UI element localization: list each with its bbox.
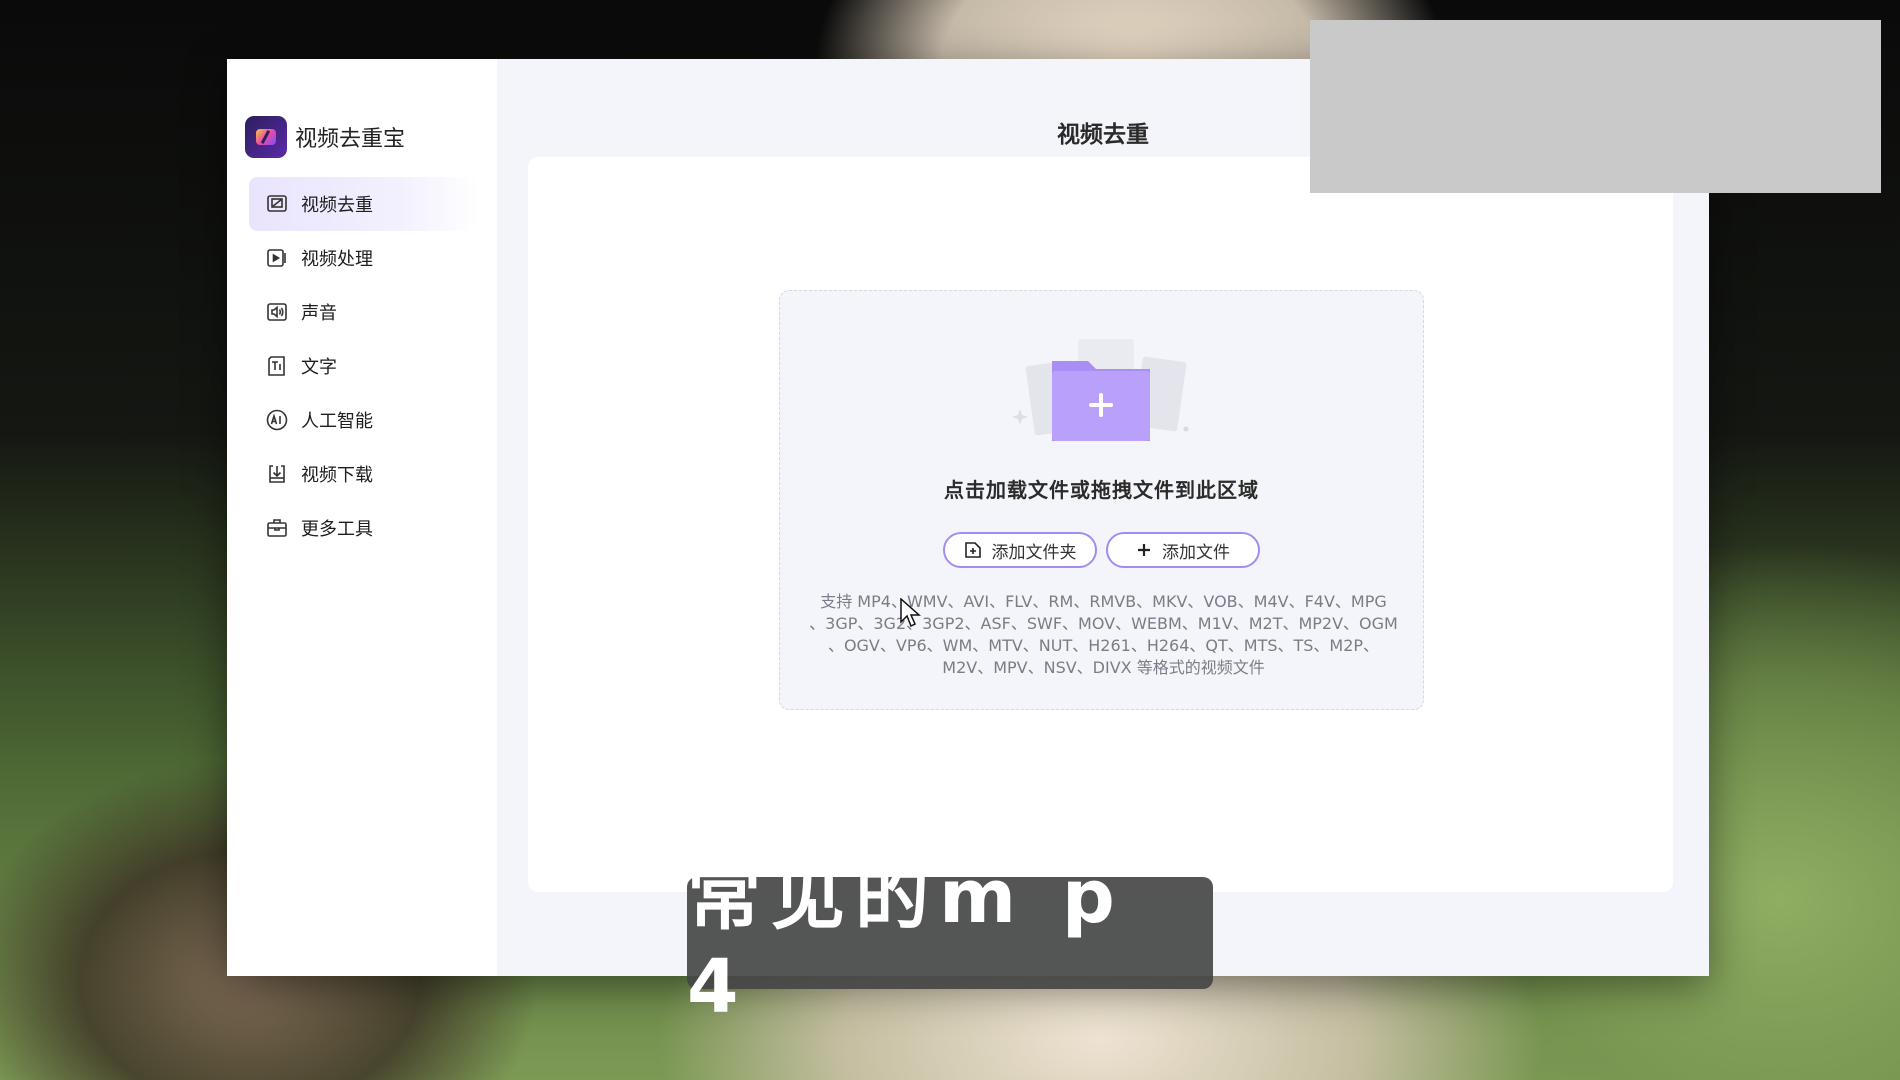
formats-line: 、OGV、VP6、WM、MTV、NUT、H261、H264、QT、MTS、TS、… bbox=[827, 636, 1380, 655]
mouse-cursor-icon bbox=[900, 598, 921, 628]
sidebar-item-label: 视频处理 bbox=[301, 249, 373, 270]
sidebar-item-label: 文字 bbox=[301, 357, 337, 378]
sidebar-item-video-process[interactable]: 视频处理 bbox=[249, 231, 479, 285]
plus-icon bbox=[1136, 542, 1152, 558]
download-icon bbox=[265, 462, 289, 486]
folder-add-icon bbox=[1012, 339, 1189, 441]
sidebar-item-text[interactable]: 文字 bbox=[249, 339, 479, 393]
sidebar-item-more-tools[interactable]: 更多工具 bbox=[249, 501, 479, 555]
content-card: 点击加载文件或拖拽文件到此区域 添加文件夹 添加文件 支持 MP4、WMV、AV… bbox=[528, 157, 1673, 892]
app-logo-icon bbox=[245, 116, 287, 158]
app-name: 视频去重宝 bbox=[295, 127, 406, 152]
sidebar: 视频去重宝 视频去重 视频处理 声音 文字 人工智能 视频下载 更多工具 bbox=[227, 59, 497, 976]
dedupe-icon bbox=[265, 192, 289, 216]
brand: 视频去重宝 bbox=[227, 115, 497, 159]
formats-line: 、3GP、3G2、3GP2、ASF、SWF、MOV、WEBM、M1V、M2T、M… bbox=[809, 614, 1398, 633]
button-row: 添加文件夹 添加文件 bbox=[780, 532, 1423, 568]
formats-line: 支持 MP4、WMV、AVI、FLV、RM、RMVB、MKV、VOB、M4V、F… bbox=[820, 592, 1387, 611]
drop-prompt: 点击加载文件或拖拽文件到此区域 bbox=[944, 478, 1259, 502]
add-folder-button[interactable]: 添加文件夹 bbox=[943, 532, 1097, 568]
ai-icon bbox=[265, 408, 289, 432]
sidebar-item-download[interactable]: 视频下载 bbox=[249, 447, 479, 501]
sidebar-item-ai[interactable]: 人工智能 bbox=[249, 393, 479, 447]
caption-text: 常见的m p 4 bbox=[687, 853, 1125, 1030]
audio-icon bbox=[265, 300, 289, 324]
text-icon bbox=[265, 354, 289, 378]
sidebar-item-audio[interactable]: 声音 bbox=[249, 285, 479, 339]
sidebar-item-label: 人工智能 bbox=[301, 411, 373, 432]
gray-overlay-box bbox=[1310, 20, 1881, 193]
folder-plus-icon bbox=[964, 541, 982, 559]
video-caption: 常见的m p 4 bbox=[687, 854, 1213, 1030]
add-file-button[interactable]: 添加文件 bbox=[1106, 532, 1260, 568]
sidebar-item-label: 更多工具 bbox=[301, 519, 373, 540]
supported-formats: 支持 MP4、WMV、AVI、FLV、RM、RMVB、MKV、VOB、M4V、F… bbox=[794, 591, 1413, 679]
file-drop-zone[interactable]: 点击加载文件或拖拽文件到此区域 添加文件夹 添加文件 支持 MP4、WMV、AV… bbox=[779, 290, 1424, 710]
add-file-label: 添加文件 bbox=[1162, 542, 1230, 563]
sidebar-item-label: 声音 bbox=[301, 303, 337, 324]
toolbox-icon bbox=[265, 516, 289, 540]
add-folder-label: 添加文件夹 bbox=[991, 542, 1077, 563]
formats-line: M2V、MPV、NSV、DIVX 等格式的视频文件 bbox=[942, 658, 1265, 677]
video-play-icon bbox=[265, 246, 289, 270]
sidebar-item-label: 视频下载 bbox=[301, 465, 373, 486]
sidebar-item-dedupe[interactable]: 视频去重 bbox=[249, 177, 479, 231]
sidebar-item-label: 视频去重 bbox=[301, 195, 373, 216]
